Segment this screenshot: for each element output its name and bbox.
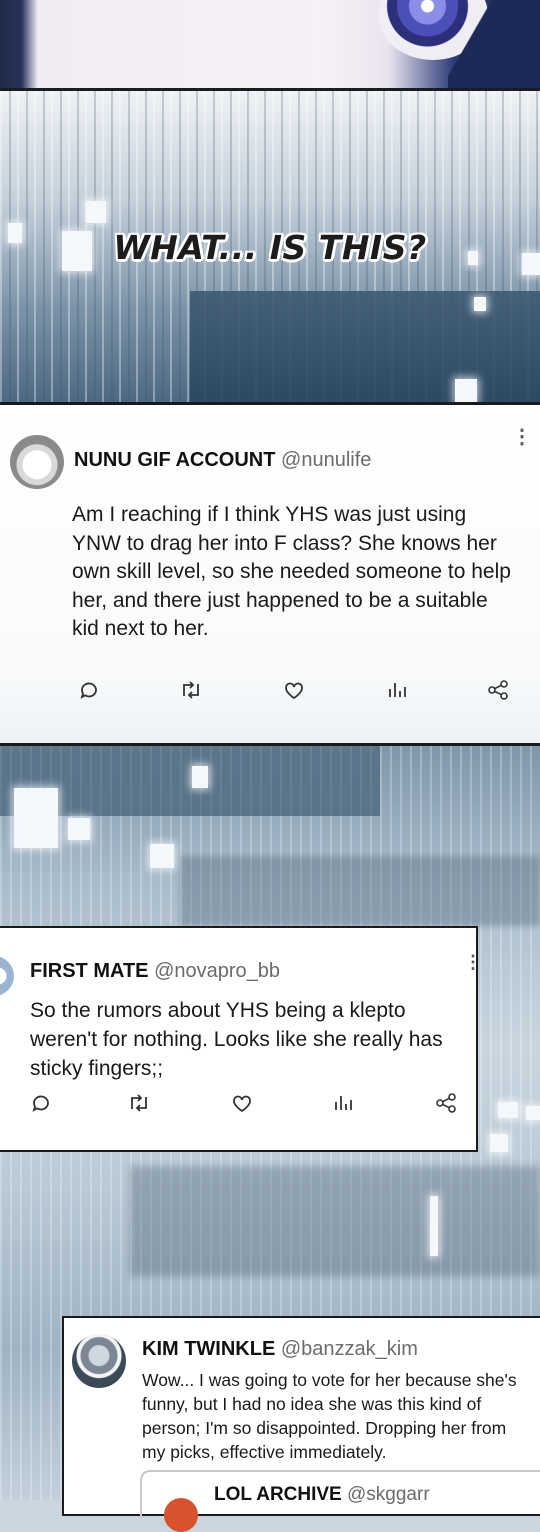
action-bar bbox=[74, 679, 514, 701]
tweet-card-1: NUNU GIF ACCOUNT @nunulife ⋮ Am I reachi… bbox=[0, 405, 540, 744]
caption-text: WHAT... IS THIS? bbox=[113, 228, 427, 267]
author-handle[interactable]: @novapro_bb bbox=[154, 960, 280, 982]
hair-art bbox=[448, 0, 540, 90]
top-art-panel bbox=[0, 0, 540, 90]
reply-icon[interactable] bbox=[30, 1092, 52, 1114]
author-name[interactable]: FIRST MATE bbox=[30, 960, 149, 982]
tweet-card-2: FIRST MATE @novapro_bb ⋮ So the rumors a… bbox=[0, 926, 482, 1152]
retweet-icon[interactable] bbox=[178, 679, 204, 701]
share-icon[interactable] bbox=[486, 679, 510, 701]
author-handle[interactable]: @banzzak_kim bbox=[281, 1338, 418, 1360]
quoted-tweet[interactable]: LOL ARCHIVE @skggarr bbox=[140, 1470, 540, 1532]
author-handle[interactable]: @nunulife bbox=[281, 449, 371, 471]
tweet-card-3: KIM TWINKLE @banzzak_kim Wow... I was go… bbox=[62, 1316, 540, 1532]
tweet-text: Wow... I was going to vote for her becau… bbox=[142, 1370, 517, 1462]
quoted-handle[interactable]: @skggarr bbox=[347, 1484, 430, 1505]
author-name[interactable]: KIM TWINKLE bbox=[142, 1338, 275, 1360]
more-options-icon[interactable]: ⋮ bbox=[512, 427, 532, 447]
author-name[interactable]: NUNU GIF ACCOUNT bbox=[74, 449, 275, 471]
retweet-icon[interactable] bbox=[126, 1092, 152, 1114]
avatar[interactable] bbox=[72, 1334, 126, 1388]
more-options-icon[interactable]: ⋮ bbox=[464, 953, 482, 971]
reply-icon[interactable] bbox=[78, 679, 100, 701]
tweet-text: Am I reaching if I think YHS was just us… bbox=[72, 503, 511, 640]
tweet-author: NUNU GIF ACCOUNT @nunulife bbox=[74, 449, 371, 472]
quoted-name[interactable]: LOL ARCHIVE bbox=[214, 1484, 342, 1505]
views-icon[interactable] bbox=[332, 1092, 354, 1114]
tweet-author: KIM TWINKLE @banzzak_kim bbox=[142, 1338, 418, 1361]
tweet-text: So the rumors about YHS being a klepto w… bbox=[30, 999, 443, 1080]
action-bar bbox=[30, 1092, 470, 1114]
like-icon[interactable] bbox=[282, 679, 306, 701]
avatar[interactable] bbox=[0, 956, 14, 996]
avatar[interactable] bbox=[164, 1498, 198, 1532]
quoted-author: LOL ARCHIVE @skggarr bbox=[214, 1484, 430, 1506]
views-icon[interactable] bbox=[386, 679, 408, 701]
like-icon[interactable] bbox=[230, 1092, 254, 1114]
share-icon[interactable] bbox=[434, 1092, 458, 1114]
avatar[interactable] bbox=[10, 435, 64, 489]
tweet-author: FIRST MATE @novapro_bb bbox=[30, 960, 280, 983]
